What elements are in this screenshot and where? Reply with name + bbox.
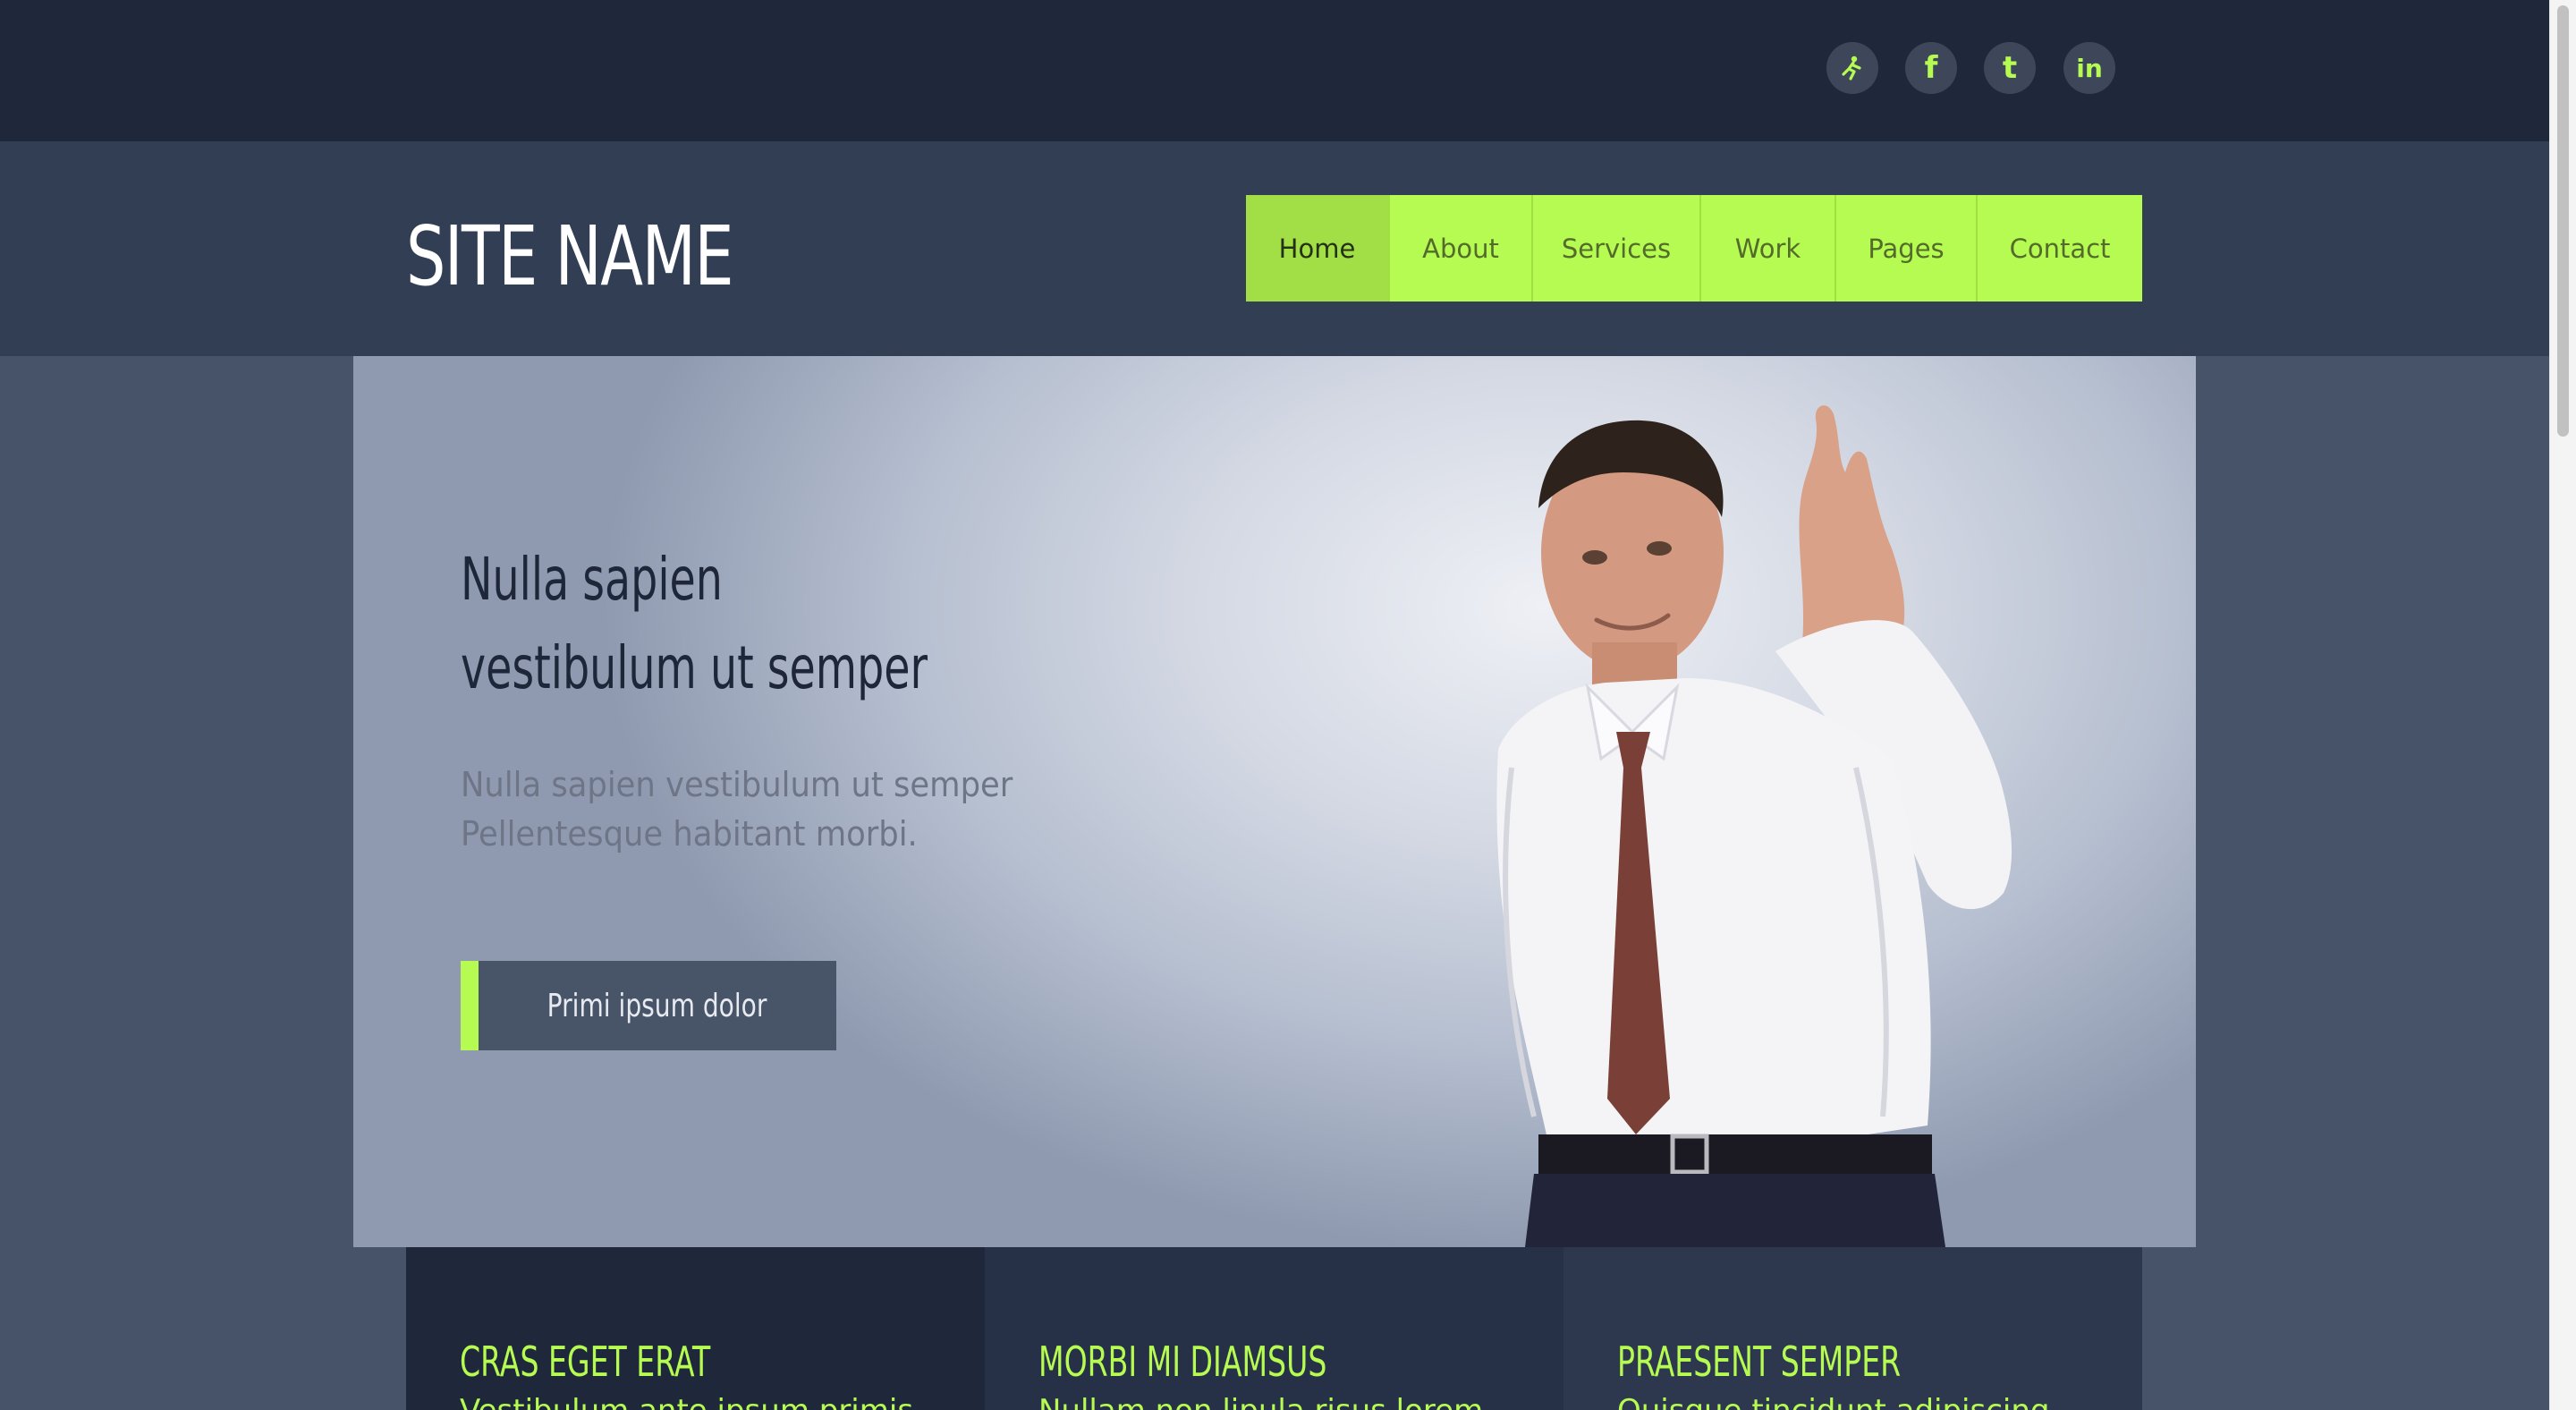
cta-label: Primi ipsum dolor bbox=[547, 987, 767, 1024]
scrollbar-thumb[interactable] bbox=[2557, 5, 2569, 437]
stumbleupon-icon[interactable] bbox=[1826, 42, 1878, 94]
hero-title-line2: vestibulum ut semper bbox=[461, 633, 928, 702]
nav-home[interactable]: Home bbox=[1246, 195, 1390, 302]
feature-title: MORBI MI DIAMSUS bbox=[1038, 1338, 1327, 1386]
nav-work[interactable]: Work bbox=[1701, 195, 1836, 302]
feature-title: CRAS EGET ERAT bbox=[460, 1338, 711, 1386]
top-bar: f t in bbox=[0, 0, 2549, 141]
nav-contact[interactable]: Contact bbox=[1978, 195, 2142, 302]
linkedin-icon[interactable]: in bbox=[2063, 42, 2115, 94]
hero-subtitle-line1: Nulla sapien vestibulum ut semper bbox=[461, 765, 1013, 804]
nav-services[interactable]: Services bbox=[1533, 195, 1701, 302]
nav-about[interactable]: About bbox=[1390, 195, 1533, 302]
feature-card: CRAS EGET ERAT Vestibulum ante ipsum pri… bbox=[406, 1247, 985, 1410]
features-section: CRAS EGET ERAT Vestibulum ante ipsum pri… bbox=[406, 1247, 2142, 1410]
feature-text: Quisque tincidunt adipiscing bbox=[1617, 1392, 2050, 1410]
hero-banner: Nulla sapien vestibulum ut semper Nulla … bbox=[353, 356, 2196, 1247]
nav-pages[interactable]: Pages bbox=[1836, 195, 1978, 302]
main-nav: Home About Services Work Pages Contact bbox=[1246, 195, 2142, 302]
vertical-scrollbar[interactable] bbox=[2549, 0, 2576, 1410]
cta-button[interactable]: Primi ipsum dolor bbox=[461, 961, 836, 1050]
hero-title: Nulla sapien vestibulum ut semper bbox=[461, 535, 928, 712]
hero-subtitle-line2: Pellentesque habitant morbi. bbox=[461, 814, 918, 854]
feature-text: Vestibulum ante ipsum primis bbox=[460, 1392, 913, 1410]
hero-subtitle: Nulla sapien vestibulum ut semper Pellen… bbox=[461, 760, 1093, 859]
feature-card: MORBI MI DIAMSUS Nullam non lipula risus… bbox=[985, 1247, 1563, 1410]
feature-text: Nullam non lipula risus lorem bbox=[1038, 1392, 1483, 1410]
feature-card: PRAESENT SEMPER Quisque tincidunt adipis… bbox=[1563, 1247, 2142, 1410]
hero-title-line1: Nulla sapien bbox=[461, 545, 723, 614]
feature-title: PRAESENT SEMPER bbox=[1617, 1338, 1902, 1386]
businessman-image bbox=[1496, 405, 2012, 1247]
facebook-icon[interactable]: f bbox=[1905, 42, 1957, 94]
twitter-icon[interactable]: t bbox=[1984, 42, 2036, 94]
site-name[interactable]: SITE NAME bbox=[406, 208, 734, 306]
